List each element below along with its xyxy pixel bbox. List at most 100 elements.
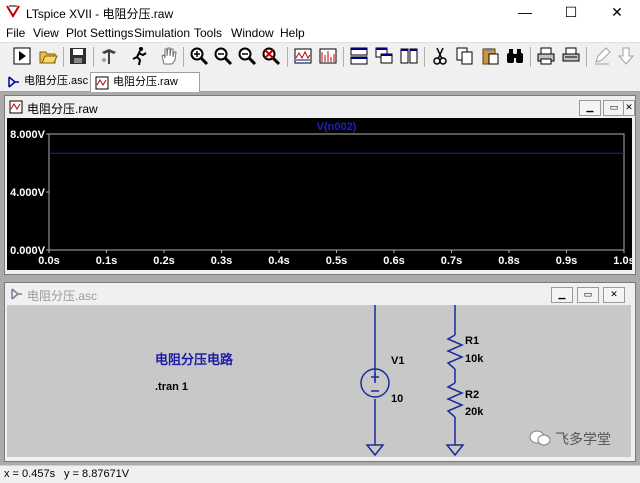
r2-name-label: R2 (465, 389, 480, 401)
mdi-workspace: 电阻分压.raw ▁ ▭ ✕ 0.0s 0.1s 0.2s 0.3s 0.4s 0.5s 0… (0, 92, 640, 465)
plot-background (7, 118, 632, 270)
waveform-minimize-button[interactable]: ▁ (579, 100, 601, 116)
maximize-button[interactable]: ☐ (548, 0, 594, 24)
y-tick-label: 0.000V (10, 245, 46, 257)
schematic-window-titlebar: 电阻分压.asc ▁ ▭ ✕ (5, 283, 635, 305)
new-schematic-icon[interactable] (12, 46, 32, 66)
y-tick-label: 8.000V (10, 129, 46, 141)
schematic-close-button[interactable]: ✕ (603, 287, 625, 303)
v1-value-label: 10 (391, 393, 404, 405)
menu-window[interactable]: Window (231, 26, 274, 40)
x-tick-label: 0.9s (556, 255, 577, 267)
tab-schematic-label: 电阻分压.asc (24, 75, 89, 87)
toolbar-separator (343, 47, 344, 67)
toolbar-separator (287, 47, 288, 67)
v1-name-label: V1 (391, 355, 405, 367)
waveform-icon (9, 100, 23, 114)
zoom-cancel-icon[interactable] (261, 46, 281, 66)
schematic-window-title: 电阻分压.asc (27, 289, 98, 303)
zoom-in-icon[interactable] (189, 46, 209, 66)
cascade-icon[interactable] (374, 46, 394, 66)
window-title: LTspice XVII - 电阻分压.raw (26, 7, 174, 21)
fft-icon[interactable] (318, 46, 338, 66)
schematic-icon (8, 76, 19, 88)
spice-directive[interactable]: .tran 1 (155, 381, 188, 393)
r1-value-label: 10k (465, 353, 484, 365)
paste-icon[interactable] (480, 46, 500, 66)
r1-name-label: R1 (465, 335, 480, 347)
control-panel-icon[interactable] (99, 46, 119, 66)
r2-value-label: 20k (465, 406, 484, 418)
zoom-out-icon[interactable] (213, 46, 233, 66)
menu-tools[interactable]: Tools (194, 26, 222, 40)
waveform-window: 电阻分压.raw ▁ ▭ ✕ 0.0s 0.1s 0.2s 0.3s 0.4s 0.5s 0… (4, 95, 636, 275)
arrow-down-icon[interactable] (616, 46, 636, 66)
x-tick-label: 0.7s (441, 255, 462, 267)
toolbar-separator (424, 47, 425, 67)
circuit-title-comment[interactable]: 电阻分压电路 (155, 349, 233, 368)
print-icon[interactable] (536, 46, 556, 66)
title-bar: LTspice XVII - 电阻分压.raw — ☐ ✕ (0, 0, 640, 24)
toolbar-separator (93, 47, 94, 67)
x-tick-label: 0.1s (96, 255, 117, 267)
autorange-icon[interactable] (293, 46, 313, 66)
resistor-r1-symbol[interactable] (446, 334, 464, 370)
minimize-button[interactable]: — (502, 0, 548, 24)
schematic-minimize-button[interactable]: ▁ (551, 287, 573, 303)
waveform-window-titlebar: 电阻分压.raw ▁ ▭ ✕ (5, 96, 635, 118)
wire (374, 305, 376, 383)
print-preview-icon[interactable] (561, 46, 581, 66)
pencil-icon[interactable] (592, 46, 612, 66)
ltspice-app-icon (6, 5, 20, 18)
schematic-canvas[interactable]: 电阻分压电路 .tran 1 V1 10 R1 10k R2 20k 飞多学堂 (7, 305, 631, 457)
toolbar-separator (63, 47, 64, 67)
waveform-maximize-button[interactable]: ▭ (603, 100, 625, 116)
toolbar-separator (530, 47, 531, 67)
watermark-text: 飞多学堂 (555, 431, 611, 447)
toolbar-separator (183, 47, 184, 67)
menu-view[interactable]: View (33, 26, 59, 40)
ground-symbol (365, 444, 385, 457)
menu-help[interactable]: Help (280, 26, 305, 40)
document-tabs: 电阻分压.asc 电阻分压.raw (0, 71, 640, 92)
x-tick-label: 0.5s (326, 255, 347, 267)
schematic-icon (11, 288, 22, 300)
y-tick-label: 4.000V (10, 187, 46, 199)
tile-vertical-icon[interactable] (399, 46, 419, 66)
tab-waveform[interactable]: 电阻分压.raw (90, 72, 200, 92)
x-tick-label: 0.6s (383, 255, 404, 267)
cut-icon[interactable] (430, 46, 450, 66)
run-icon[interactable] (129, 46, 149, 66)
menu-plot-settings[interactable]: Plot Settings (66, 26, 133, 40)
waveform-plot[interactable]: 0.0s 0.1s 0.2s 0.3s 0.4s 0.5s 0.6s 0.7s 0.8s 0.9s… (7, 118, 632, 270)
resistor-r2-symbol[interactable] (446, 382, 464, 418)
status-x-readout: x = 0.457s (4, 468, 56, 480)
find-icon[interactable] (505, 46, 525, 66)
x-tick-label: 0.2s (153, 255, 174, 267)
trace-label: V(n002) (317, 121, 357, 133)
waveform-icon (95, 76, 109, 90)
x-tick-label: 0.4s (268, 255, 289, 267)
menu-simulation[interactable]: Simulation (134, 26, 190, 40)
save-icon[interactable] (68, 46, 88, 66)
waveform-close-button[interactable]: ✕ (623, 100, 635, 116)
status-bar: x = 0.457s y = 8.87671V (0, 465, 640, 483)
status-y-readout: y = 8.87671V (64, 468, 130, 480)
copy-icon[interactable] (455, 46, 475, 66)
tab-waveform-label: 电阻分压.raw (113, 76, 178, 88)
x-tick-label: 1.0s (613, 255, 632, 267)
tile-horizontal-icon[interactable] (349, 46, 369, 66)
halt-icon[interactable] (158, 46, 178, 66)
menu-file[interactable]: File (6, 26, 25, 40)
x-tick-label: 0.8s (498, 255, 519, 267)
menu-bar: File View Plot Settings Simulation Tools… (0, 24, 640, 42)
x-tick-label: 0.3s (211, 255, 232, 267)
open-icon[interactable] (38, 46, 58, 66)
toolbar (0, 42, 640, 71)
zoom-full-icon[interactable] (237, 46, 257, 66)
chat-bubble-icon (529, 430, 551, 446)
schematic-maximize-button[interactable]: ▭ (577, 287, 599, 303)
ground-symbol (445, 444, 465, 457)
toolbar-separator (586, 47, 587, 67)
close-button[interactable]: ✕ (594, 0, 640, 24)
